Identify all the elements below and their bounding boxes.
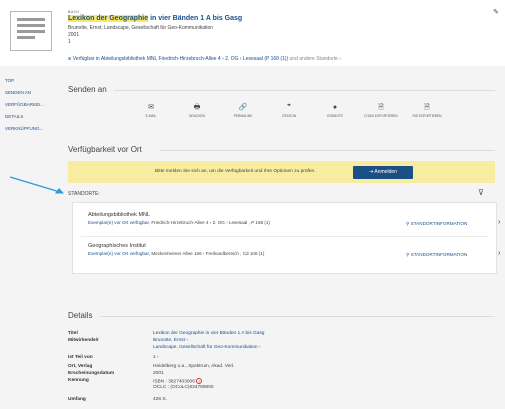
resource-type-label: BUCH (68, 10, 80, 14)
endnote-button[interactable]: ● ENDNOTE (310, 103, 360, 118)
link-icon: 🔗 (238, 104, 248, 111)
book-cover-thumbnail (10, 11, 52, 51)
print-button[interactable]: 🖶 DRUCKEN (172, 103, 222, 118)
sidebar-item-details[interactable]: DETAILS (5, 111, 63, 123)
detail-value-isbn: ISBN : 3827403006 ? (153, 378, 203, 385)
detail-label-publisher: Ort, Verlag (68, 364, 93, 369)
citation-button[interactable]: ❞ ZITATION (264, 103, 314, 118)
email-icon: ✉ (148, 104, 154, 111)
location-name: Geographisches Institut (88, 243, 146, 249)
record-authors: Brunotte, Ernst; Landscape, Gesellschaft… (68, 25, 214, 31)
detail-value-publisher: Heidelberg u.a., Spektrum, Akad. Verl. (153, 364, 235, 369)
location-name: Abteilungsbibliothek MNL (88, 212, 151, 218)
availability-more[interactable]: und andere Standorte (290, 56, 338, 62)
location-address: , Friedrich-Hirzebruch-Allee 4 › 2. OG ›… (148, 220, 270, 225)
chevron-right-icon[interactable]: › (498, 250, 500, 257)
permalink-label: PERMALINK (233, 114, 253, 118)
print-label: DRUCKEN (189, 114, 205, 118)
detail-value-oclc: OCLC : (OCoLC)634788600 (153, 385, 214, 390)
detail-value-title[interactable]: Lexikon der Geographie in vier Bänden 1 … (153, 331, 264, 336)
login-banner: Bitte melden Sie sich an, um die Verfügb… (68, 161, 495, 183)
record-title-rest[interactable]: in vier Bänden 1 A bis Gasg (148, 15, 242, 22)
detail-value-date: 2001 (153, 371, 164, 376)
senden-divider (114, 90, 495, 91)
endnote-label: ENDNOTE (327, 114, 343, 118)
login-icon: ⇥ (369, 169, 374, 175)
pointer-arrow-icon (9, 176, 64, 194)
record-header: BUCH Lexikon der Geographie in vier Bänd… (0, 0, 505, 66)
details-heading: Details (68, 311, 93, 320)
location-status[interactable]: Exemplar(e) vor Ort verfügbar (88, 220, 149, 225)
locations-list: Abteilungsbibliothek MNL Exemplar(e) vor… (72, 202, 500, 274)
sidebar-item-verfuegbarkeit[interactable]: VERFÜGBARKEI... (5, 99, 63, 111)
isbn-info-icon[interactable]: ? (196, 378, 203, 384)
permalink-button[interactable]: 🔗 PERMALINK (218, 103, 268, 118)
login-button[interactable]: ⇥ Anmelden (353, 166, 413, 179)
availability-heading: Verfügbarkeit vor Ort (68, 145, 142, 154)
email-button[interactable]: ✉ E-MAIL (126, 103, 176, 118)
detail-label-contributors: Mitwirkende/r (68, 338, 99, 343)
record-year: 2001 (68, 32, 80, 38)
detail-label-extent: Umfang (68, 397, 86, 402)
record-volume: 1 (68, 39, 71, 45)
location-info-link[interactable]: ⚲ STANDORTINFORMATION (406, 252, 467, 258)
location-address: , Meckenheimer Allee 166 › Freihandberei… (148, 251, 265, 256)
details-divider (100, 316, 495, 317)
detail-value-contributor[interactable]: Brunotte, Ernst › (153, 338, 188, 343)
record-title-highlight[interactable]: Lexikon der Geographie (68, 15, 149, 22)
detail-value-part-of[interactable]: 1 › (153, 355, 159, 360)
detail-label-date: Erscheinungsdatum (68, 371, 115, 376)
location-divider (81, 236, 488, 237)
availability-location: Friedrich-Hirzebruch-Allee 4 › 2. OG › L… (158, 56, 289, 62)
quote-icon: ❞ (287, 104, 291, 111)
citation-label: ZITATION (281, 114, 297, 118)
record-title[interactable]: Lexikon der Geographie in vier Bänden 1 … (68, 15, 242, 22)
chevron-right-icon[interactable]: › (498, 219, 500, 226)
detail-label-title: Titel (68, 331, 78, 336)
document-icon: 🗎 (424, 104, 430, 111)
login-message: Bitte melden Sie sich an, um die Verfügb… (155, 169, 316, 174)
availability-divider (160, 150, 495, 151)
availability-status-icon: ⊞ (68, 56, 72, 61)
location-pin-icon: ⚲ (406, 252, 410, 257)
document-icon: 🗎 (378, 104, 384, 111)
sidebar-item-verknuepfungen[interactable]: VERKNÜPFUNG... (5, 123, 63, 135)
detail-value-contributor[interactable]: Landscape, Gesellschaft für Geo-Kommunik… (153, 345, 260, 350)
ris-export-button[interactable]: 🗎 RIS EXPORTIEREN (402, 103, 452, 118)
pin-icon[interactable]: ✎ (493, 8, 499, 16)
senden-heading: Senden an (68, 85, 107, 94)
login-button-label: Anmelden (374, 169, 397, 175)
sidebar-item-senden[interactable]: SENDEN AN (5, 87, 63, 99)
detail-value-extent: 426 S. (153, 397, 167, 402)
location-status[interactable]: Exemplar(e) vor Ort verfügbar (88, 251, 149, 256)
availability-summary[interactable]: ⊞ Verfügbar in Abteilungsbibliothek MNL … (68, 56, 341, 62)
section-nav: TOP SENDEN AN VERFÜGBARKEI... DETAILS VE… (5, 75, 63, 135)
availability-chevron-icon: › (339, 56, 341, 62)
sidebar-item-top[interactable]: TOP (5, 75, 63, 87)
ris-export-label: RIS EXPORTIEREN (412, 114, 442, 118)
send-actions: ✉ E-MAIL 🖶 DRUCKEN 🔗 PERMALINK ❞ ZITATIO… (126, 103, 486, 129)
location-item[interactable]: Abteilungsbibliothek MNL Exemplar(e) vor… (88, 212, 500, 227)
citavi-export-label: CITAVI EXPORTIEREN (364, 114, 398, 118)
filter-icon[interactable]: ⊽ (478, 188, 484, 197)
print-icon: 🖶 (193, 104, 201, 111)
location-info-label: STANDORTINFORMATION (410, 221, 468, 226)
location-info-label: STANDORTINFORMATION (410, 252, 468, 257)
location-info-link[interactable]: ⚲ STANDORTINFORMATION (406, 221, 467, 227)
citavi-export-button[interactable]: 🗎 CITAVI EXPORTIEREN (356, 103, 406, 118)
location-pin-icon: ⚲ (406, 221, 410, 226)
location-item[interactable]: Geographisches Institut Exemplar(e) vor … (88, 243, 500, 258)
email-label: E-MAIL (145, 114, 157, 118)
isbn-text: ISBN : 3827403006 (153, 379, 195, 385)
endnote-icon: ● (332, 104, 338, 111)
locations-label: STANDORTE: (68, 191, 100, 197)
detail-label-part-of: Ist Teil von (68, 355, 93, 360)
detail-label-identifier: Kennung (68, 378, 89, 383)
availability-prefix: Verfügbar in Abteilungsbibliothek MNL (72, 56, 158, 62)
